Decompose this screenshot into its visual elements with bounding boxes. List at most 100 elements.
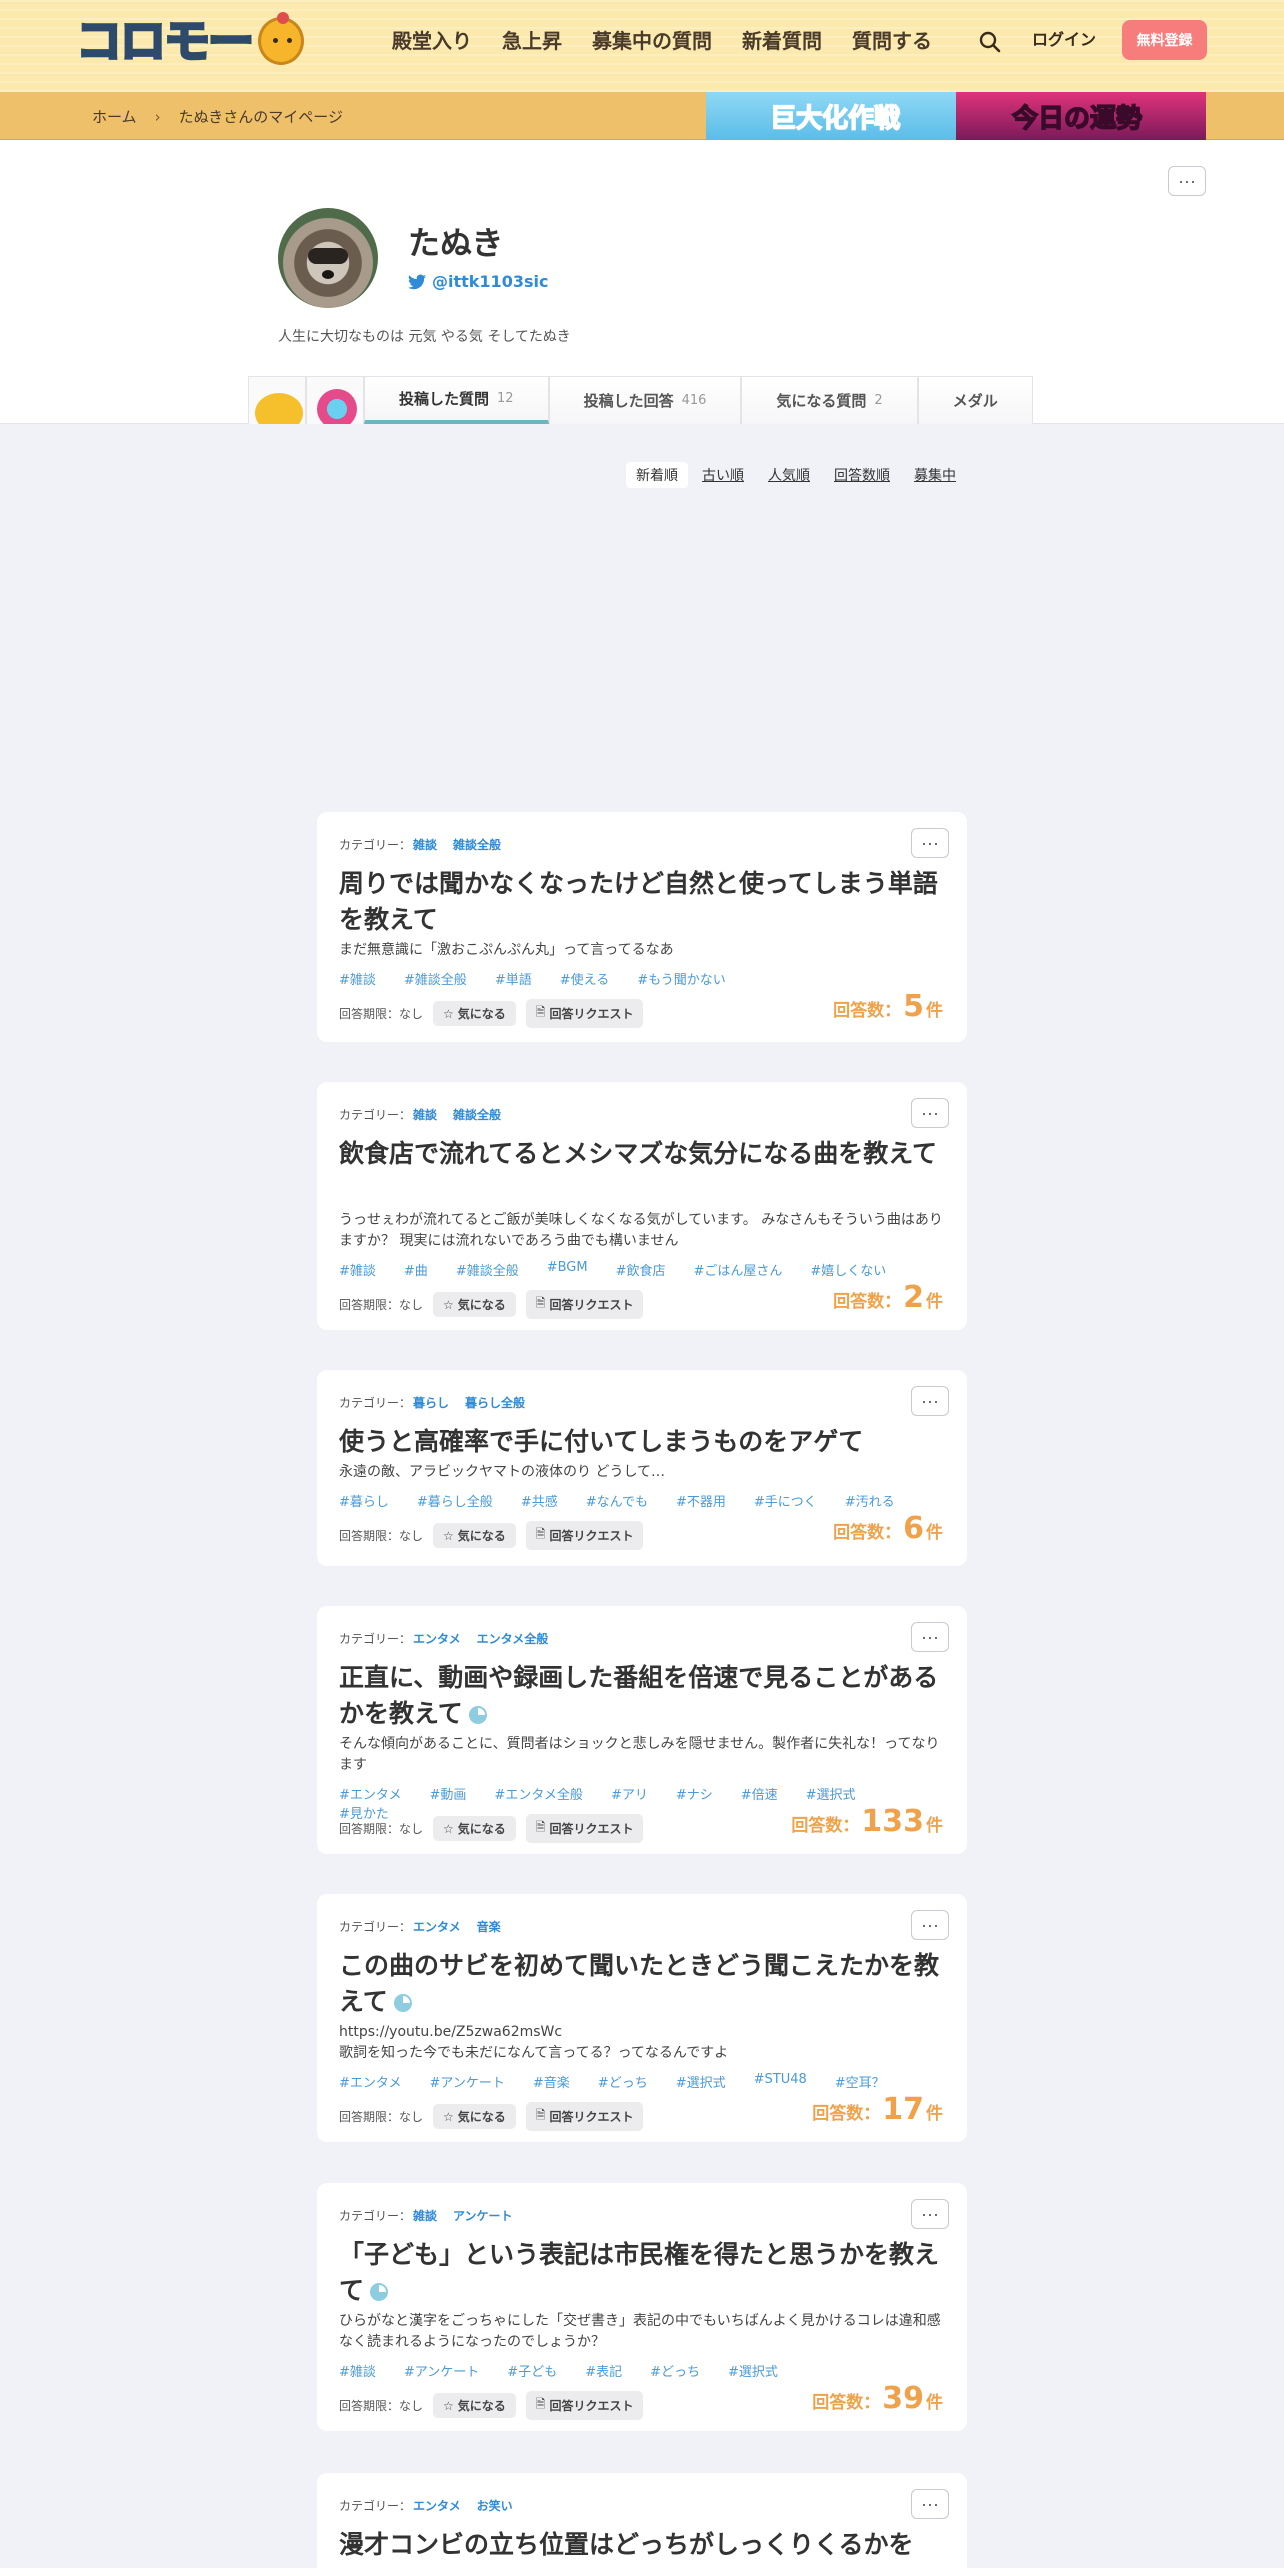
tag-link[interactable]: #なんでも bbox=[586, 1491, 648, 1510]
tag-link[interactable]: #エンタメ全般 bbox=[494, 1784, 583, 1803]
tag-link[interactable]: #雑談全般 bbox=[456, 1260, 519, 1279]
question-title[interactable]: この曲のサビを初めて聞いたときどう聞こえたかを教えて bbox=[339, 1948, 949, 2020]
tag-link[interactable]: #BGM bbox=[547, 1260, 588, 1279]
subcategory-link[interactable]: 雑談全般 bbox=[453, 838, 501, 852]
watch-button[interactable]: ☆ 気になる bbox=[433, 1292, 516, 1317]
subcategory-link[interactable]: 雑談全般 bbox=[453, 1108, 501, 1122]
tag-link[interactable]: #エンタメ bbox=[339, 2072, 402, 2091]
sort-open[interactable]: 募集中 bbox=[914, 465, 956, 485]
tag-link[interactable]: #雑談 bbox=[339, 969, 376, 988]
card-more-button[interactable]: ··· bbox=[911, 1386, 949, 1416]
card-more-button[interactable]: ··· bbox=[911, 2489, 949, 2519]
tag-link[interactable]: #どっち bbox=[650, 2361, 700, 2380]
category-link[interactable]: エンタメ bbox=[413, 2499, 461, 2513]
watch-button[interactable]: ☆ 気になる bbox=[433, 1816, 516, 1841]
category-link[interactable]: 雑談 bbox=[413, 1108, 437, 1122]
question-card[interactable]: ··· カテゴリー： 雑談 雑談全般 飲食店で流れてるとメシマズな気分になる曲を教えてう… bbox=[317, 1082, 967, 1330]
category-link[interactable]: 雑談 bbox=[413, 838, 437, 852]
tag-link[interactable]: #曲 bbox=[404, 1260, 428, 1279]
nav-new-questions[interactable]: 新着質問 bbox=[742, 26, 822, 56]
tag-link[interactable]: #どっち bbox=[598, 2072, 648, 2091]
tag-link[interactable]: #ナシ bbox=[676, 1784, 713, 1803]
category-link[interactable]: エンタメ bbox=[413, 1632, 461, 1646]
tag-link[interactable]: #不器用 bbox=[676, 1491, 726, 1510]
answer-request-button[interactable]: 🗎 回答リクエスト bbox=[525, 2102, 644, 2131]
answer-request-button[interactable]: 🗎 回答リクエスト bbox=[525, 2391, 644, 2420]
question-card[interactable]: ··· カテゴリー： 雑談 雑談全般 周りでは聞かなくなったけど自然と使ってしまう単語を… bbox=[317, 812, 967, 1042]
card-more-button[interactable]: ··· bbox=[911, 1910, 949, 1940]
tag-link[interactable]: #動画 bbox=[430, 1784, 467, 1803]
subcategory-link[interactable]: 暮らし全般 bbox=[465, 1396, 525, 1410]
tag-link[interactable]: #倍速 bbox=[741, 1784, 778, 1803]
sort-popular[interactable]: 人気順 bbox=[768, 465, 810, 485]
login-link[interactable]: ログイン bbox=[1032, 28, 1096, 52]
tag-link[interactable]: #使える bbox=[560, 969, 610, 988]
tag-link[interactable]: #手につく bbox=[754, 1491, 817, 1510]
question-card[interactable]: ··· カテゴリー： エンタメ エンタメ全般 正直に、動画や録画した番組を倍速で見ること… bbox=[317, 1606, 967, 1854]
tag-link[interactable]: #雑談全般 bbox=[404, 969, 467, 988]
sort-newest[interactable]: 新着順 bbox=[626, 462, 688, 488]
nav-trending[interactable]: 急上昇 bbox=[502, 26, 562, 56]
search-icon[interactable] bbox=[976, 28, 1004, 56]
question-title[interactable]: 「子ども」という表記は市民権を得たと思うかを教えて bbox=[339, 2237, 949, 2309]
signup-button[interactable]: 無料登録 bbox=[1122, 20, 1207, 60]
tag-link[interactable]: #選択式 bbox=[676, 2072, 726, 2091]
tag-link[interactable]: #空耳？ bbox=[835, 2072, 885, 2091]
category-link[interactable]: エンタメ bbox=[413, 1920, 461, 1934]
tag-link[interactable]: #嬉しくない bbox=[810, 1260, 886, 1279]
tag-link[interactable]: #飲食店 bbox=[616, 1260, 666, 1279]
tag-link[interactable]: #子ども bbox=[507, 2361, 557, 2380]
banner-giant-strategy[interactable]: 巨大化作戦 bbox=[706, 92, 956, 140]
nav-open-questions[interactable]: 募集中の質問 bbox=[592, 26, 712, 56]
card-more-button[interactable]: ··· bbox=[911, 828, 949, 858]
card-more-button[interactable]: ··· bbox=[911, 1098, 949, 1128]
sort-answer-count[interactable]: 回答数順 bbox=[834, 465, 890, 485]
question-title[interactable]: 正直に、動画や録画した番組を倍速で見ることがあるかを教えて bbox=[339, 1660, 949, 1732]
twitter-link[interactable]: @ittk1103sic bbox=[408, 272, 548, 291]
tag-link[interactable]: #選択式 bbox=[728, 2361, 778, 2380]
question-card[interactable]: ··· カテゴリー： 雑談 アンケート 「子ども」という表記は市民権を得たと思うかを教え… bbox=[317, 2183, 967, 2431]
category-link[interactable]: 暮らし bbox=[413, 1396, 449, 1410]
breadcrumb-home[interactable]: ホーム bbox=[92, 106, 137, 127]
question-card[interactable]: ··· カテゴリー： エンタメ お笑い 漫才コンビの立ち位置はどっちがしっくりくるかを bbox=[317, 2473, 967, 2568]
tag-link[interactable]: #暮らし bbox=[339, 1491, 389, 1510]
site-logo[interactable]: コロモー bbox=[75, 12, 304, 70]
card-more-button[interactable]: ··· bbox=[911, 1622, 949, 1652]
watch-button[interactable]: ☆ 気になる bbox=[433, 1001, 516, 1026]
tab-posted-questions[interactable]: 投稿した質問 12 bbox=[364, 376, 549, 424]
question-title[interactable]: 使うと高確率で手に付いてしまうものをアゲて bbox=[339, 1424, 949, 1460]
tag-link[interactable]: #単語 bbox=[495, 969, 532, 988]
subcategory-link[interactable]: 音楽 bbox=[477, 1920, 501, 1934]
tag-link[interactable]: #共感 bbox=[521, 1491, 558, 1510]
tag-link[interactable]: #アンケート bbox=[404, 2361, 479, 2380]
tag-link[interactable]: #選択式 bbox=[806, 1784, 856, 1803]
question-title[interactable]: 周りでは聞かなくなったけど自然と使ってしまう単語を教えて bbox=[339, 866, 949, 938]
watch-button[interactable]: ☆ 気になる bbox=[433, 1523, 516, 1548]
subcategory-link[interactable]: アンケート bbox=[453, 2209, 513, 2223]
answer-request-button[interactable]: 🗎 回答リクエスト bbox=[525, 999, 644, 1028]
nav-ask[interactable]: 質問する bbox=[852, 26, 932, 56]
question-card[interactable]: ··· カテゴリー： 暮らし 暮らし全般 使うと高確率で手に付いてしまうものをアゲて 永遠… bbox=[317, 1370, 967, 1566]
tab-posted-answers[interactable]: 投稿した回答 416 bbox=[548, 376, 742, 424]
question-card[interactable]: ··· カテゴリー： エンタメ 音楽 この曲のサビを初めて聞いたときどう聞こえたかを教え… bbox=[317, 1894, 967, 2142]
question-title[interactable]: 飲食店で流れてるとメシマズな気分になる曲を教えて bbox=[339, 1136, 949, 1172]
category-link[interactable]: 雑談 bbox=[413, 2209, 437, 2223]
tag-link[interactable]: #音楽 bbox=[533, 2072, 570, 2091]
banner-daily-fortune[interactable]: 今日の運勢 bbox=[956, 92, 1206, 140]
sort-oldest[interactable]: 古い順 bbox=[702, 465, 744, 485]
answer-request-button[interactable]: 🗎 回答リクエスト bbox=[525, 1814, 644, 1843]
watch-button[interactable]: ☆ 気になる bbox=[433, 2104, 516, 2129]
tag-link[interactable]: #雑談 bbox=[339, 1260, 376, 1279]
answer-request-button[interactable]: 🗎 回答リクエスト bbox=[525, 1521, 644, 1550]
tag-link[interactable]: #もう聞かない bbox=[637, 969, 726, 988]
watch-button[interactable]: ☆ 気になる bbox=[433, 2393, 516, 2418]
tag-link[interactable]: #STU48 bbox=[754, 2072, 807, 2091]
tag-link[interactable]: #汚れる bbox=[845, 1491, 895, 1510]
tag-link[interactable]: #表記 bbox=[585, 2361, 622, 2380]
tag-link[interactable]: #ごはん屋さん bbox=[694, 1260, 783, 1279]
tag-link[interactable]: #アリ bbox=[611, 1784, 648, 1803]
medal-badge-icon[interactable] bbox=[248, 376, 306, 424]
question-title[interactable]: 漫才コンビの立ち位置はどっちがしっくりくるかを bbox=[339, 2527, 949, 2563]
answer-request-button[interactable]: 🗎 回答リクエスト bbox=[525, 1290, 644, 1319]
tag-link[interactable]: #アンケート bbox=[430, 2072, 505, 2091]
